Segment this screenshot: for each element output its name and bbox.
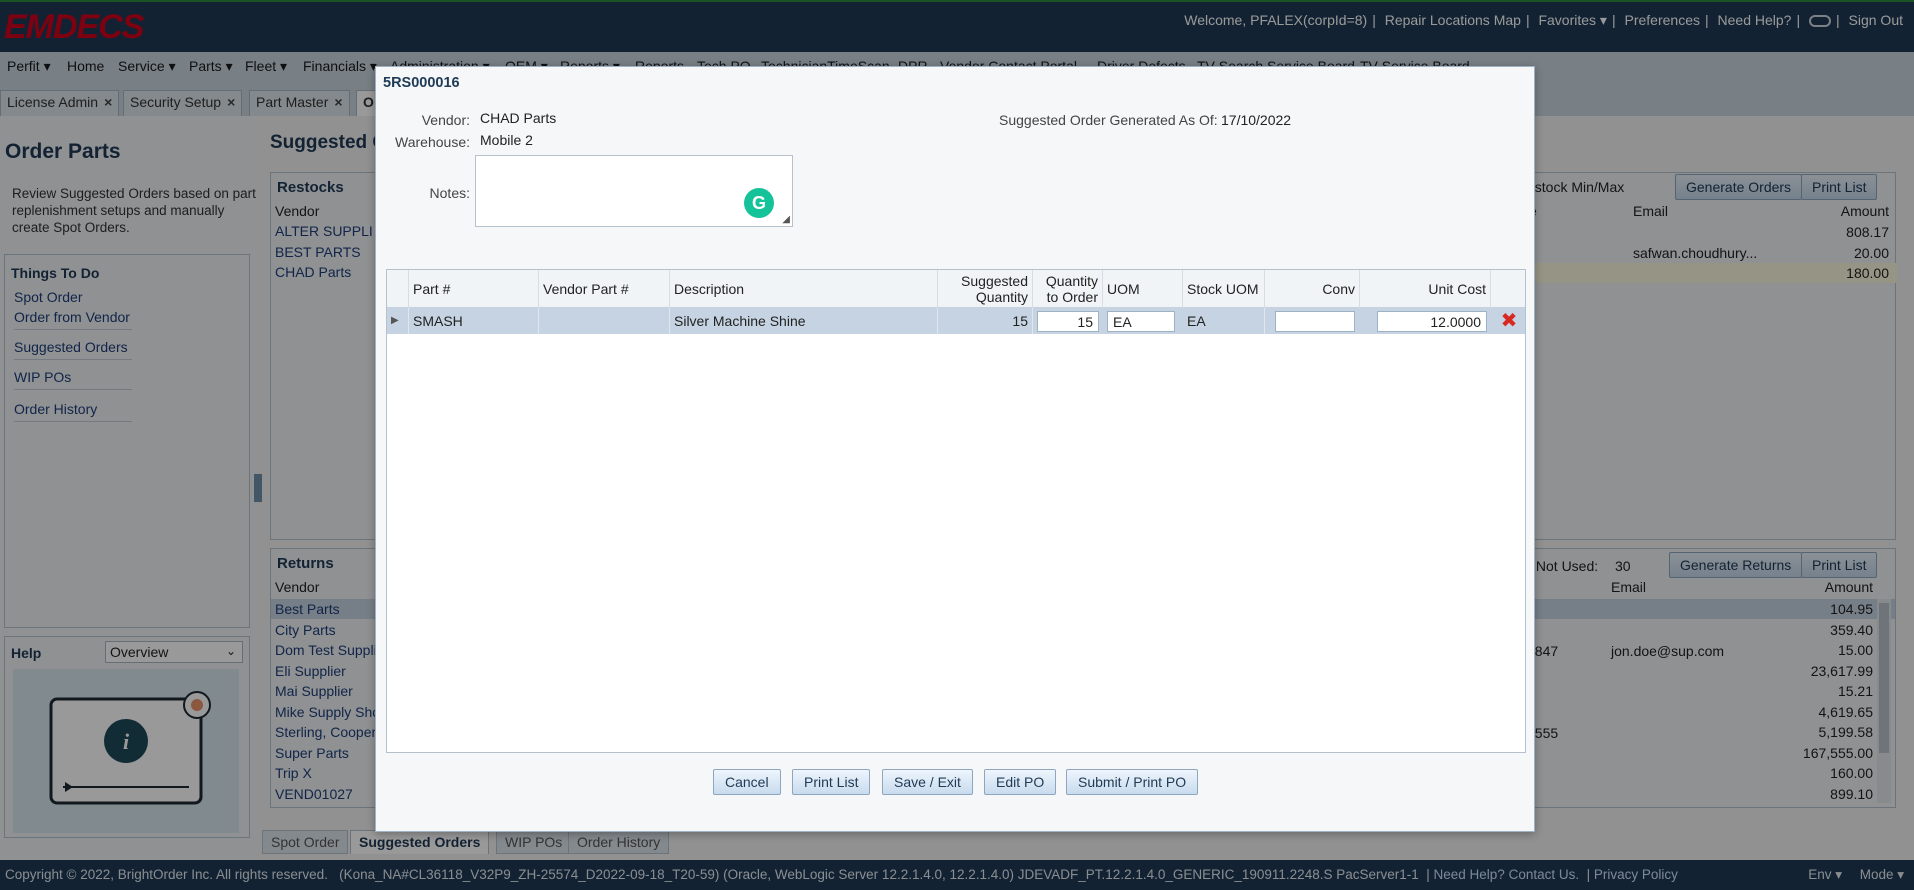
print-list-button[interactable]: Print List — [792, 769, 871, 795]
warehouse-label: Warehouse: — [395, 134, 470, 150]
row-selector-header — [387, 270, 409, 308]
description-cell: Silver Machine Shine — [670, 308, 938, 334]
generated-as-of-value: 17/10/2022 — [1221, 112, 1292, 128]
suggested-header-line2: Quantity — [975, 289, 1028, 305]
edit-po-button[interactable]: Edit PO — [984, 769, 1057, 795]
part-number-cell: SMASH — [409, 308, 539, 334]
part-number-header[interactable]: Part # — [409, 270, 539, 308]
grid-header: Part # Vendor Part # Description Suggest… — [387, 270, 1525, 308]
unit-cost-input[interactable]: 12.0000 — [1377, 311, 1487, 332]
suggested-quantity-cell: 15 — [938, 308, 1033, 334]
unit-cost-header[interactable]: Unit Cost — [1360, 270, 1491, 308]
conv-header[interactable]: Conv — [1265, 270, 1360, 308]
quantity-header-line1: Quantity — [1045, 273, 1098, 289]
stock-uom-header[interactable]: Stock UOM — [1183, 270, 1265, 308]
vendor-part-cell — [539, 308, 670, 334]
quantity-to-order-header[interactable]: Quantity to Order — [1033, 270, 1103, 308]
notes-textarea[interactable]: G ◢ — [475, 155, 793, 227]
submit-print-po-button[interactable]: Submit / Print PO — [1066, 769, 1199, 795]
resize-handle-icon[interactable]: ◢ — [782, 214, 790, 225]
delete-column-header — [1491, 270, 1527, 308]
warehouse-value: Mobile 2 — [480, 132, 533, 148]
quantity-to-order-input[interactable]: 15 — [1037, 311, 1099, 332]
dialog-title: 5RS000016 — [383, 75, 460, 91]
suggested-quantity-header[interactable]: Suggested Quantity — [938, 270, 1033, 308]
uom-header[interactable]: UOM — [1103, 270, 1183, 308]
quantity-header-line2: to Order — [1046, 289, 1098, 305]
suggested-order-dialog: 5RS000016 Vendor: CHAD Parts Warehouse: … — [375, 66, 1535, 832]
vendor-value: CHAD Parts — [480, 110, 557, 126]
stock-uom-cell: EA — [1183, 308, 1265, 334]
grammarly-icon[interactable]: G — [744, 188, 774, 218]
suggested-header-line1: Suggested — [961, 273, 1028, 289]
description-header[interactable]: Description — [670, 270, 938, 308]
order-lines-grid: Part # Vendor Part # Description Suggest… — [386, 269, 1526, 753]
conv-input[interactable] — [1275, 311, 1355, 332]
delete-icon[interactable]: ✖ — [1499, 311, 1519, 331]
vendor-label: Vendor: — [421, 112, 470, 128]
notes-label: Notes: — [429, 185, 470, 201]
uom-input[interactable]: EA — [1107, 311, 1175, 332]
row-expand-icon[interactable]: ▶ — [387, 308, 409, 334]
table-row[interactable]: ▶ SMASH Silver Machine Shine 15 15 EA EA… — [387, 308, 1525, 334]
cancel-button[interactable]: Cancel — [713, 769, 781, 795]
generated-as-of-label: Suggested Order Generated As Of: — [999, 112, 1218, 128]
save-exit-button[interactable]: Save / Exit — [882, 769, 973, 795]
vendor-part-header[interactable]: Vendor Part # — [539, 270, 670, 308]
